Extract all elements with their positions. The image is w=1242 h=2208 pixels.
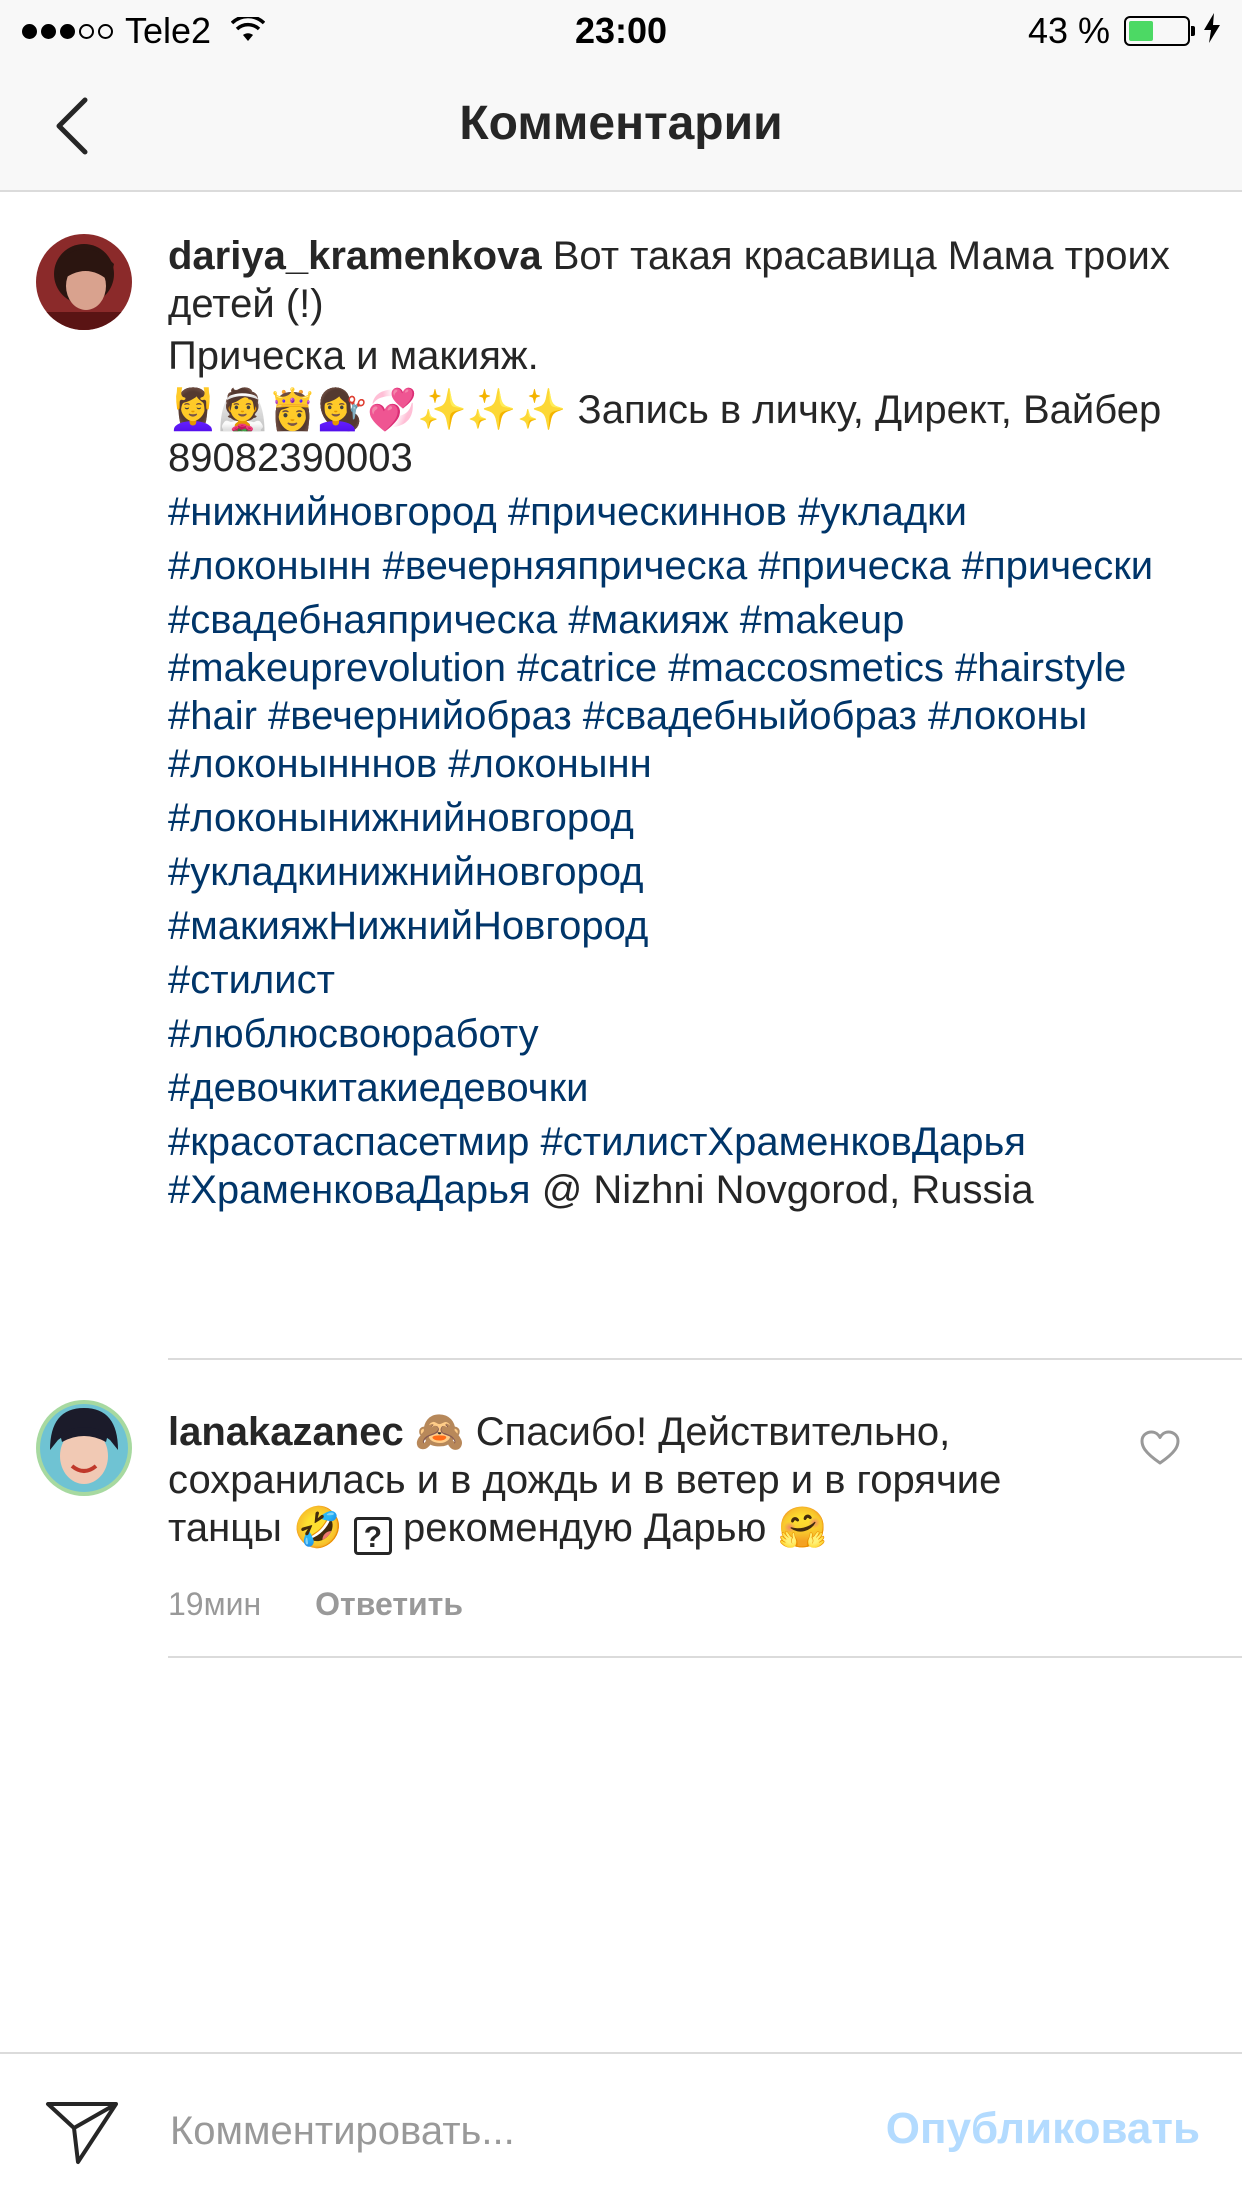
avatar[interactable] xyxy=(36,1400,132,1496)
caption-line-2: Прическа и макияж. xyxy=(168,334,539,378)
nav-header: Комментарии xyxy=(0,62,1242,192)
hashtag-line[interactable]: #локонынн #вечерняяприческа #прическа #п… xyxy=(168,542,1178,590)
publish-button[interactable]: Опубликовать xyxy=(886,2104,1200,2154)
comment-username[interactable]: lanakazanec xyxy=(168,1410,404,1454)
comment-username[interactable]: dariya_kramenkova xyxy=(168,234,542,278)
caption-emojis: 💆‍♀️👰👸💇‍♀️💞✨✨✨ xyxy=(168,387,567,433)
unknown-glyph-icon: ? xyxy=(353,1517,392,1555)
hashtag-line[interactable]: #люблюсвоюработу xyxy=(168,1010,1178,1058)
charging-bolt-icon xyxy=(1204,10,1220,52)
page-title: Комментарии xyxy=(459,97,783,150)
caption-last-paragraph: #красотаспасетмир #стилистХраменковДарья… xyxy=(168,1118,1178,1214)
avatar[interactable] xyxy=(36,234,132,330)
comment-time: 19мин xyxy=(168,1586,262,1622)
comment-text: lanakazanec 🙈 Спасибо! Действительно, со… xyxy=(168,1408,1098,1555)
hashtag-line[interactable]: #свадебнаяприческа #макияж #makeup #make… xyxy=(168,596,1178,788)
hug-emoji: 🤗 xyxy=(777,1506,828,1550)
caption-third-paragraph: 💆‍♀️👰👸💇‍♀️💞✨✨✨ Запись в личку, Директ, В… xyxy=(168,386,1178,482)
battery-level-fill xyxy=(1129,21,1153,41)
caption-location[interactable]: @ Nizhni Novgorod, Russia xyxy=(531,1168,1034,1212)
send-button[interactable] xyxy=(44,2098,120,2171)
heart-outline-icon xyxy=(1140,1430,1180,1465)
status-bar: Tele2 23:00 43 % xyxy=(0,0,1242,62)
status-right: 43 % xyxy=(1028,10,1220,52)
rofl-emoji: 🤣 xyxy=(292,1506,343,1550)
caption-first-paragraph: dariya_kramenkova Вот такая красавица Ма… xyxy=(168,232,1178,328)
hashtag-line[interactable]: #укладкинижнийновгород xyxy=(168,848,1178,896)
comment-divider xyxy=(168,1358,1242,1360)
like-button[interactable] xyxy=(1140,1430,1180,1471)
hashtag-line[interactable]: #стилист xyxy=(168,956,1178,1004)
comment-text-part-2: рекомендую Дарью xyxy=(391,1506,778,1550)
hashtag-line[interactable]: #макияжНижнийНовгород xyxy=(168,902,1178,950)
hashtag-line[interactable]: #девочкитакиедевочки xyxy=(168,1064,1178,1112)
battery-icon xyxy=(1124,16,1195,46)
hashtag-line[interactable]: #локонынижнийновгород xyxy=(168,794,1178,842)
comment-meta: 19мин Ответить xyxy=(168,1586,463,1623)
monkey-emoji: 🙈 xyxy=(414,1410,465,1454)
comment-divider xyxy=(168,1656,1242,1658)
comment-input[interactable] xyxy=(168,2094,812,2168)
caption-text: dariya_kramenkova Вот такая красавица Ма… xyxy=(168,232,1178,1214)
hashtag-line[interactable]: #нижнийновгород #прическиннов #укладки xyxy=(168,488,1178,536)
battery-percent: 43 % xyxy=(1027,10,1110,51)
comment-composer: Опубликовать xyxy=(0,2052,1242,2208)
send-paper-plane-icon xyxy=(46,2102,118,2164)
reply-button[interactable]: Ответить xyxy=(315,1586,463,1623)
